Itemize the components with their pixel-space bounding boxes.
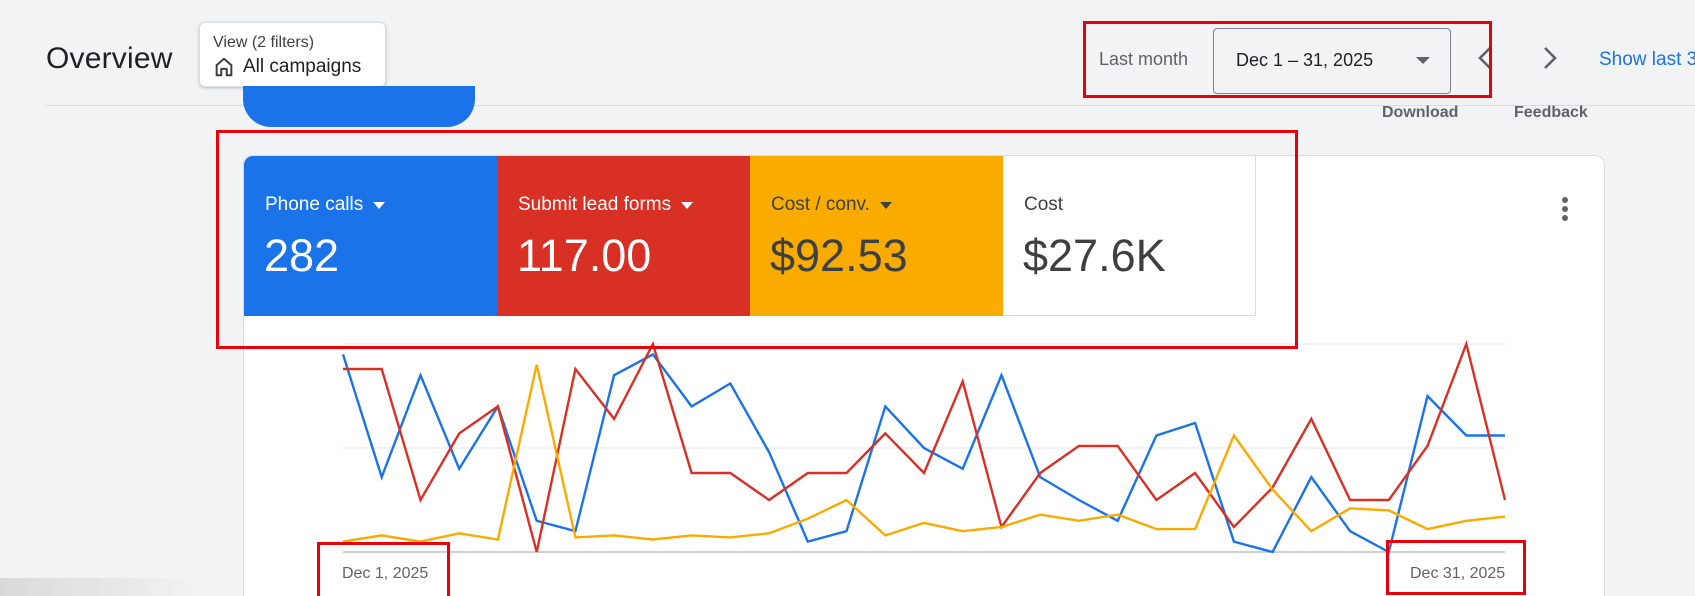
metric-cost[interactable]: Cost $27.6K — [1003, 156, 1256, 316]
feedback-button[interactable]: Feedback — [1514, 104, 1588, 122]
more-vert-icon — [1562, 197, 1568, 221]
metric-phone-calls-label-text: Phone calls — [265, 194, 364, 215]
filter-chip[interactable]: View (2 filters) All campaigns — [199, 22, 386, 87]
show-last-link[interactable]: Show last 3 — [1599, 49, 1695, 71]
caret-down-icon — [1416, 57, 1430, 64]
caret-down-icon — [879, 201, 892, 209]
chevron-left-icon — [1478, 47, 1491, 69]
blue-pill-button[interactable] — [243, 86, 475, 127]
filter-chip-summary: View (2 filters) — [213, 34, 315, 51]
download-button[interactable]: Download — [1382, 104, 1458, 122]
caret-down-icon — [681, 201, 694, 209]
metric-cost-per-conv-value: $92.53 — [770, 230, 908, 281]
overview-page: Overview View (2 filters) All campaigns … — [0, 0, 1695, 596]
metric-submit-lead-forms-label-text: Submit lead forms — [518, 194, 672, 215]
date-range-select[interactable]: Dec 1 – 31, 2025 — [1213, 28, 1451, 94]
metric-submit-lead-forms[interactable]: Submit lead forms 117.00 — [497, 156, 750, 316]
more-options-button[interactable] — [1553, 194, 1577, 224]
x-axis-end-label: Dec 31, 2025 — [1410, 565, 1506, 582]
filter-chip-scope-label: All campaigns — [243, 56, 362, 77]
campaigns-home-icon — [213, 56, 235, 78]
metric-cost-label: Cost — [1024, 194, 1063, 216]
metric-cost-value: $27.6K — [1023, 230, 1166, 281]
previous-period-button[interactable] — [1473, 42, 1497, 74]
performance-card: Phone calls 282 Submit lead forms 117.00… — [243, 155, 1605, 596]
metric-cost-per-conv-label: Cost / conv. — [771, 194, 892, 216]
window-shadow — [0, 578, 200, 596]
date-range-label: Last month — [1099, 49, 1189, 69]
caret-down-icon — [373, 201, 386, 209]
metric-cost-per-conv-label-text: Cost / conv. — [771, 194, 870, 215]
series-line-2 — [342, 364, 1506, 543]
metric-cost-label-text: Cost — [1024, 194, 1064, 215]
next-period-button[interactable] — [1538, 42, 1562, 74]
metric-phone-calls[interactable]: Phone calls 282 — [244, 156, 497, 316]
metric-phone-calls-label: Phone calls — [265, 194, 386, 216]
date-range-value: Dec 1 – 31, 2025 — [1236, 50, 1374, 70]
chevron-right-icon — [1544, 47, 1557, 69]
filter-chip-scope: All campaigns — [213, 56, 361, 78]
metric-cost-per-conv[interactable]: Cost / conv. $92.53 — [750, 156, 1003, 316]
metric-phone-calls-value: 282 — [264, 230, 340, 281]
metric-tiles: Phone calls 282 Submit lead forms 117.00… — [244, 156, 1256, 316]
metric-submit-lead-forms-value: 117.00 — [517, 230, 652, 281]
page-title: Overview — [46, 42, 173, 75]
metric-submit-lead-forms-label: Submit lead forms — [518, 194, 694, 216]
x-axis-start-label: Dec 1, 2025 — [342, 565, 429, 582]
